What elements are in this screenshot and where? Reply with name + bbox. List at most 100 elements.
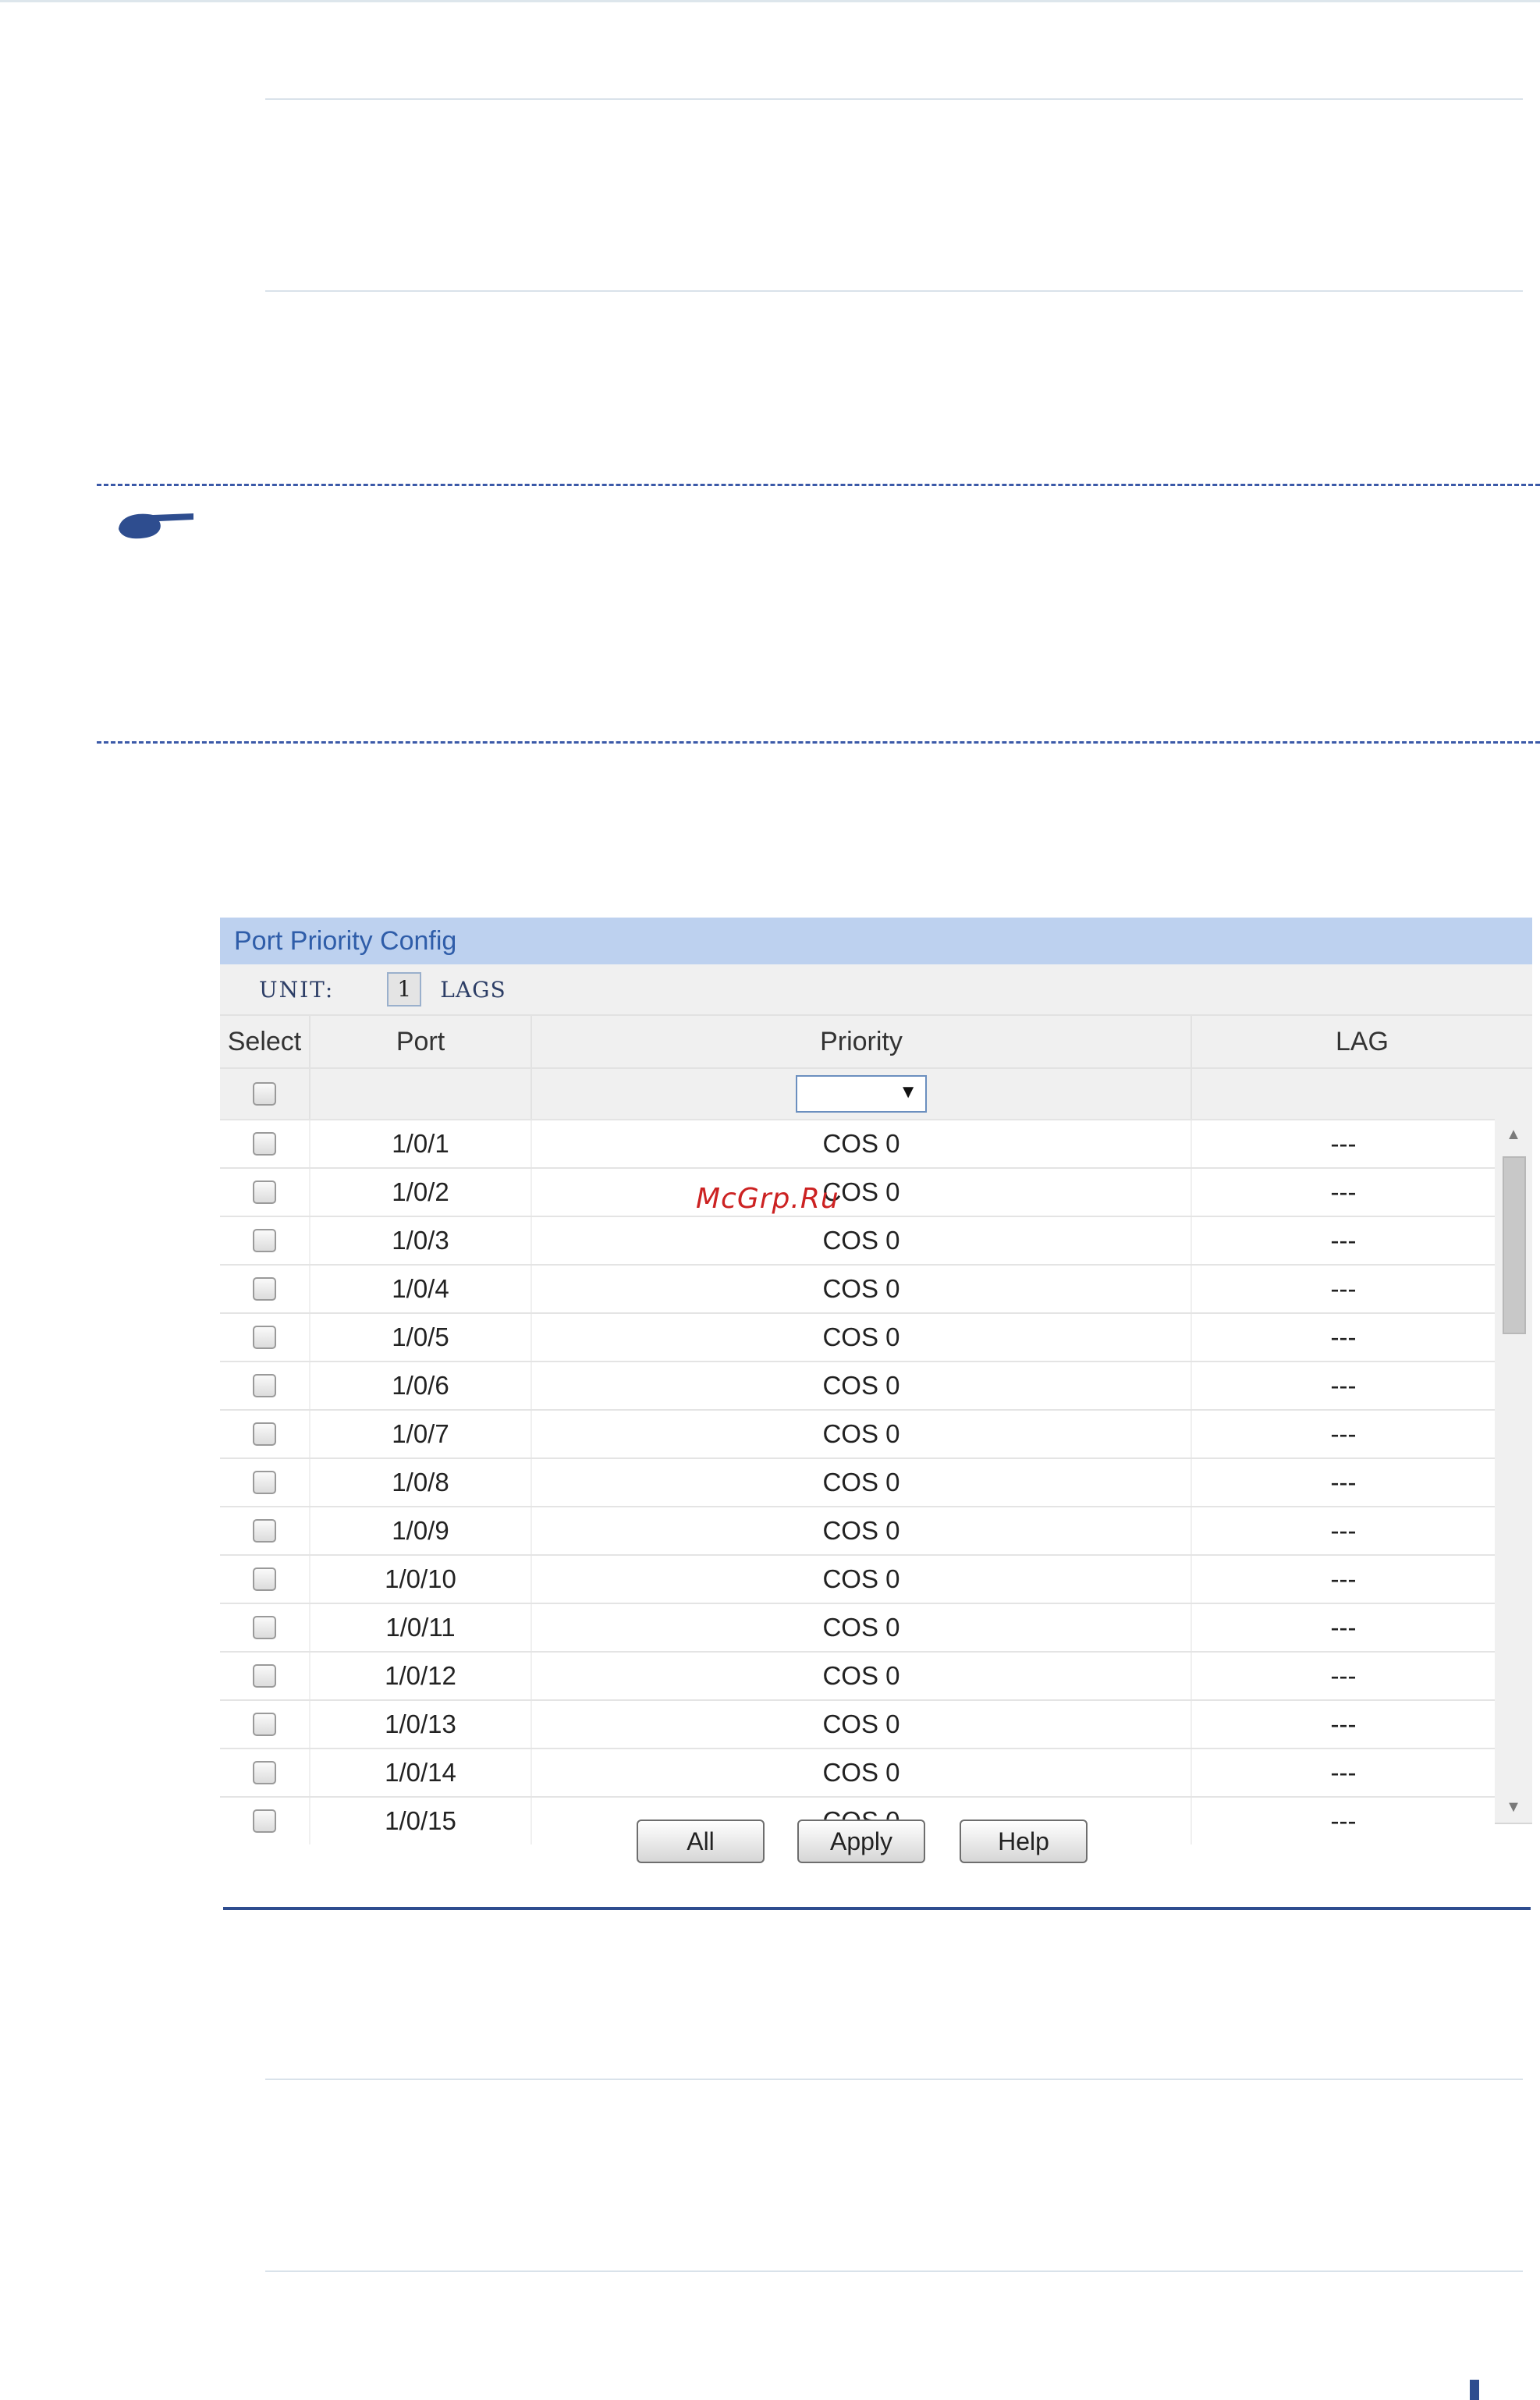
divider-bottom-1 [265,2079,1523,2080]
note-border-bottom [97,741,1540,744]
port-cell: 1/0/13 [310,1701,532,1748]
table-row: 1/0/4 COS 0 --- [220,1264,1495,1312]
priority-cell: COS 0 [532,1120,1192,1167]
row-select-cell [220,1120,310,1167]
table-row: 1/0/12 COS 0 --- [220,1651,1495,1699]
lag-cell: --- [1330,1709,1357,1738]
lag-cell: --- [1330,1564,1357,1593]
lag-cell: --- [1330,1613,1357,1642]
lag-cell: --- [1330,1516,1357,1545]
apply-button[interactable]: Apply [797,1820,925,1863]
select-all-checkbox[interactable] [253,1082,276,1106]
row-checkbox[interactable] [253,1229,276,1252]
port-cell: 1/0/12 [310,1653,532,1699]
table-row: 1/0/7 COS 0 --- [220,1409,1495,1457]
table-body: 1/0/1 COS 0 --- 1/0/2 COS 0 --- 1/0/3 COS 0 --- 1… [220,1119,1495,1844]
port-cell: 1/0/8 [310,1459,532,1506]
table-row: 1/0/5 COS 0 --- [220,1312,1495,1361]
lag-cell: --- [1330,1419,1357,1448]
row-checkbox[interactable] [253,1761,276,1784]
row-checkbox[interactable] [253,1519,276,1543]
table-row: 1/0/3 COS 0 --- [220,1216,1495,1264]
unit-1-button[interactable]: 1 [387,972,422,1007]
all-button[interactable]: All [637,1820,765,1863]
scroll-up-icon[interactable]: ▲ [1495,1119,1532,1150]
lag-cell: --- [1330,1274,1357,1303]
priority-cell: COS 0 [532,1653,1192,1699]
row-checkbox[interactable] [253,1471,276,1494]
vertical-scrollbar[interactable]: ▲ ▼ [1495,1119,1532,1823]
row-select-cell [220,1362,310,1409]
table-row: 1/0/13 COS 0 --- [220,1699,1495,1748]
row-select-cell [220,1459,310,1506]
priority-cell: COS 0 [532,1749,1192,1796]
port-cell: 1/0/2 [310,1169,532,1216]
row-checkbox[interactable] [253,1664,276,1688]
row-checkbox[interactable] [253,1616,276,1639]
priority-cell: COS 0 [532,1604,1192,1651]
row-checkbox[interactable] [253,1422,276,1446]
priority-cell: COS 0 [532,1169,1192,1216]
divider-top-1 [265,98,1523,100]
header-lag: LAG [1335,1026,1389,1056]
priority-cell: COS 0 [532,1411,1192,1457]
help-button[interactable]: Help [960,1820,1088,1863]
lags-link[interactable]: LAGS [440,977,506,1003]
row-select-cell [220,1604,310,1651]
lag-cell: --- [1330,1129,1357,1158]
row-select-cell [220,1411,310,1457]
port-priority-panel: Port Priority Config UNIT: 1 LAGS Select… [220,918,1532,1844]
row-select-cell [220,1169,310,1216]
port-cell: 1/0/11 [310,1604,532,1651]
priority-cell: COS 0 [532,1556,1192,1603]
section-rule [223,1907,1531,1910]
row-checkbox[interactable] [253,1180,276,1204]
priority-cell: COS 0 [532,1701,1192,1748]
row-checkbox[interactable] [253,1713,276,1736]
priority-cell: COS 0 [532,1507,1192,1554]
table-row: 1/0/1 COS 0 --- [220,1119,1495,1167]
row-select-cell [220,1507,310,1554]
divider-top-2 [265,290,1523,292]
table-header: Select Port Priority LAG [220,1014,1532,1067]
table-row: 1/0/10 COS 0 --- [220,1554,1495,1603]
scroll-down-icon[interactable]: ▼ [1495,1791,1532,1823]
port-cell: 1/0/4 [310,1266,532,1312]
filter-port-cell [310,1069,532,1119]
port-cell: 1/0/6 [310,1362,532,1409]
row-select-cell [220,1749,310,1796]
port-cell: 1/0/10 [310,1556,532,1603]
unit-selector-row: UNIT: 1 LAGS [220,964,1532,1014]
priority-cell: COS 0 [532,1314,1192,1361]
row-checkbox[interactable] [253,1326,276,1349]
row-checkbox[interactable] [253,1567,276,1591]
lag-cell: --- [1330,1758,1357,1787]
filter-row: ▼ [220,1067,1532,1119]
header-port: Port [310,1016,532,1067]
unit-label: UNIT: [259,976,335,1003]
filter-lag-cell [1192,1069,1532,1119]
row-checkbox[interactable] [253,1277,276,1301]
table-row: 1/0/9 COS 0 --- [220,1506,1495,1554]
lag-cell: --- [1330,1177,1357,1206]
port-cell: 1/0/14 [310,1749,532,1796]
row-select-cell [220,1556,310,1603]
row-select-cell [220,1266,310,1312]
row-checkbox[interactable] [253,1132,276,1156]
filter-priority-cell: ▼ [532,1069,1192,1119]
scrollbar-thumb[interactable] [1503,1156,1526,1334]
port-cell: 1/0/1 [310,1120,532,1167]
priority-cell: COS 0 [532,1459,1192,1506]
lag-cell: --- [1330,1371,1357,1400]
triangle-down-icon: ▼ [899,1081,917,1102]
priority-cell: COS 0 [532,1217,1192,1264]
row-checkbox[interactable] [253,1374,276,1397]
lag-cell: --- [1330,1226,1357,1255]
table-row: 1/0/14 COS 0 --- [220,1748,1495,1796]
table-row: 1/0/8 COS 0 --- [220,1457,1495,1506]
priority-select[interactable]: ▼ [796,1075,927,1113]
port-cell: 1/0/5 [310,1314,532,1361]
page-corner-mark [1470,2380,1479,2400]
row-select-cell [220,1701,310,1748]
lag-cell: --- [1330,1468,1357,1496]
